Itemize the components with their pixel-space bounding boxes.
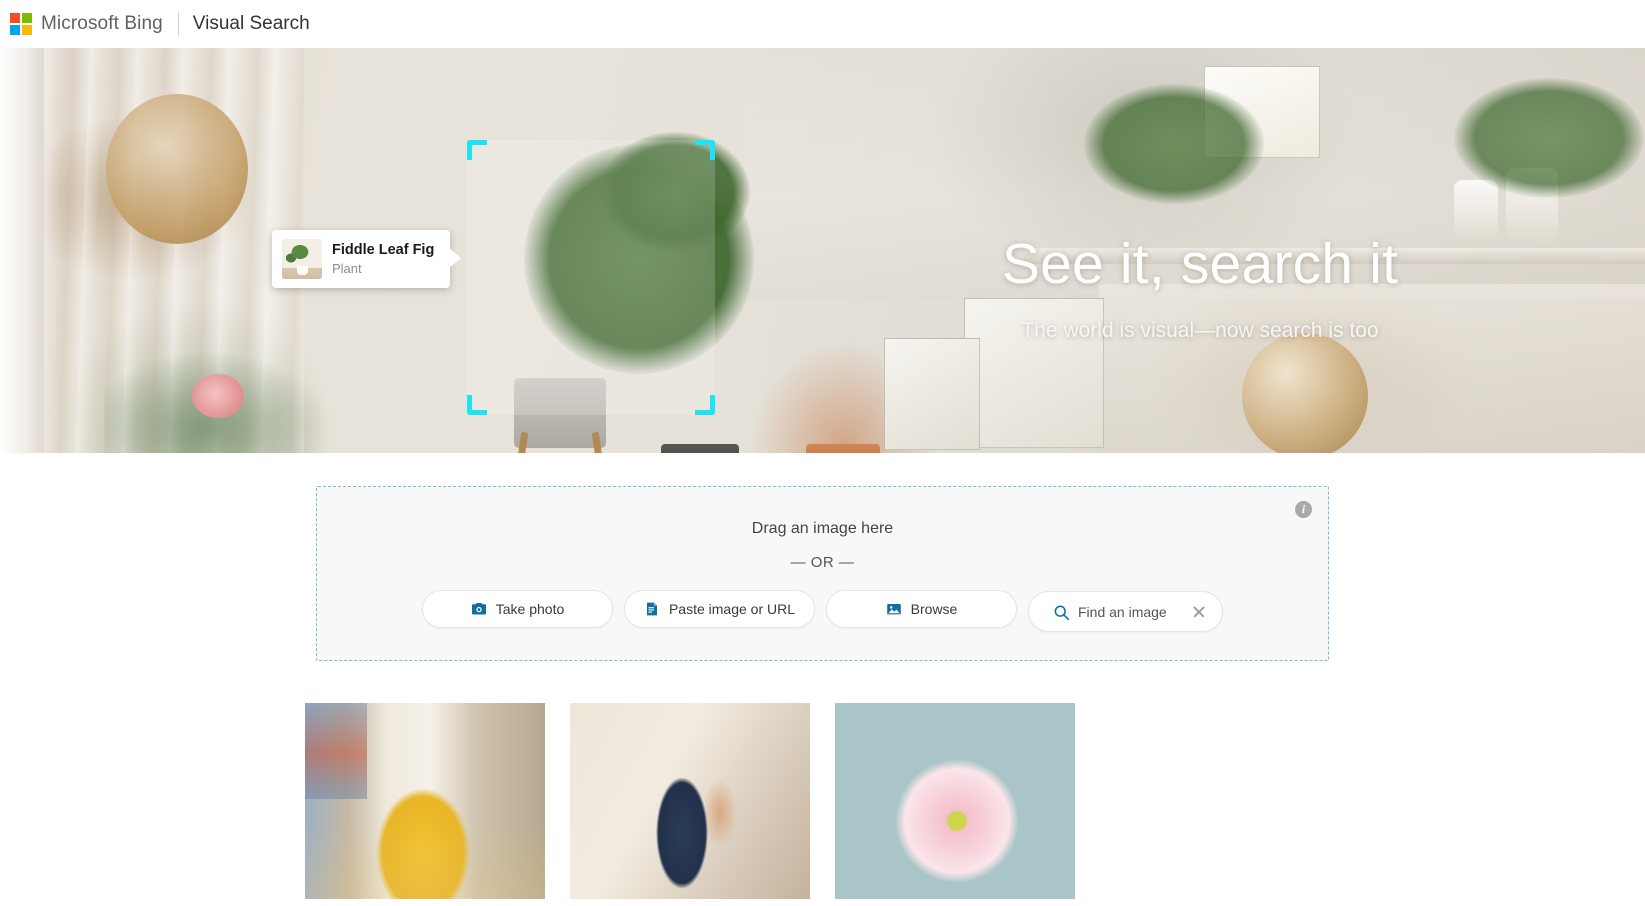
hero-vase-1 xyxy=(1454,180,1498,246)
crop-handle-top-right[interactable] xyxy=(695,140,715,160)
sample-image-sphinx-pyramid[interactable] xyxy=(1100,703,1340,899)
crop-handle-bottom-right[interactable] xyxy=(695,395,715,415)
logo-square-blue xyxy=(10,25,20,35)
hero-terracotta-pot xyxy=(806,444,880,453)
dropzone-section: i Drag an image here — OR — Take photo P… xyxy=(0,453,1645,661)
sample-image-navy-high-heels[interactable] xyxy=(570,703,810,899)
close-icon[interactable] xyxy=(1192,605,1206,619)
entity-card-title: Fiddle Leaf Fig xyxy=(332,241,435,258)
picture-icon xyxy=(886,601,902,617)
take-photo-button[interactable]: Take photo xyxy=(422,590,613,628)
hero-plant-stand xyxy=(506,432,614,453)
paste-image-or-url-label: Paste image or URL xyxy=(668,601,796,617)
crop-handle-top-left[interactable] xyxy=(467,140,487,160)
find-an-image-search-box[interactable]: Find an image xyxy=(1028,591,1223,632)
dropzone-or-separator: — OR — xyxy=(790,554,855,571)
hero-mantel xyxy=(1099,284,1645,453)
take-photo-label: Take photo xyxy=(495,601,565,617)
hero-shelf-greenery-left xyxy=(1084,84,1264,204)
hero-banner: Fiddle Leaf Fig Plant See it, search it … xyxy=(0,48,1645,453)
brand-label[interactable]: Microsoft Bing xyxy=(41,13,163,35)
hero-picture-frame-2 xyxy=(884,338,980,450)
entity-thumbnail-icon xyxy=(282,239,322,279)
microsoft-logo-icon[interactable] xyxy=(10,13,32,35)
dropzone-title: Drag an image here xyxy=(751,520,894,537)
sample-image-pink-gerbera-daisy[interactable] xyxy=(835,703,1075,899)
find-an-image-label: Find an image xyxy=(1078,603,1167,620)
browse-label: Browse xyxy=(910,601,958,617)
hero-round-mirror xyxy=(106,94,248,244)
camera-icon xyxy=(471,601,487,617)
entity-card-subtitle: Plant xyxy=(332,260,362,276)
image-dropzone[interactable]: i Drag an image here — OR — Take photo P… xyxy=(316,486,1329,661)
paste-image-or-url-button[interactable]: Paste image or URL xyxy=(624,590,815,628)
search-icon xyxy=(1053,604,1070,620)
header-divider xyxy=(177,12,179,36)
image-selection-box[interactable] xyxy=(467,140,715,415)
hero-shelf-greenery-right xyxy=(1454,78,1644,198)
paste-icon xyxy=(644,601,660,617)
hero-picture-frame-1 xyxy=(964,298,1104,448)
sample-images-section xyxy=(0,661,1645,899)
logo-square-green xyxy=(22,13,32,23)
sample-image-yellow-armchair[interactable] xyxy=(305,703,545,899)
hero-shelf xyxy=(1024,248,1645,264)
entity-result-card[interactable]: Fiddle Leaf Fig Plant xyxy=(272,230,461,288)
browse-button[interactable]: Browse xyxy=(826,590,1017,628)
dropzone-actions: Take photo Paste image or URL Browse Fin… xyxy=(422,590,1223,632)
hero-rose xyxy=(192,374,244,418)
hero-globe xyxy=(1242,333,1368,453)
product-label: Visual Search xyxy=(192,13,310,34)
info-icon[interactable]: i xyxy=(1295,501,1312,518)
logo-square-yellow xyxy=(22,25,32,35)
app-header: Microsoft Bing Visual Search xyxy=(0,0,1645,48)
sample-images-row xyxy=(305,703,1340,899)
hero-basket xyxy=(661,444,739,453)
crop-handle-bottom-left[interactable] xyxy=(467,395,487,415)
entity-card-text: Fiddle Leaf Fig Plant xyxy=(332,241,434,277)
logo-square-red xyxy=(10,13,20,23)
hero-left-fade xyxy=(0,48,60,453)
